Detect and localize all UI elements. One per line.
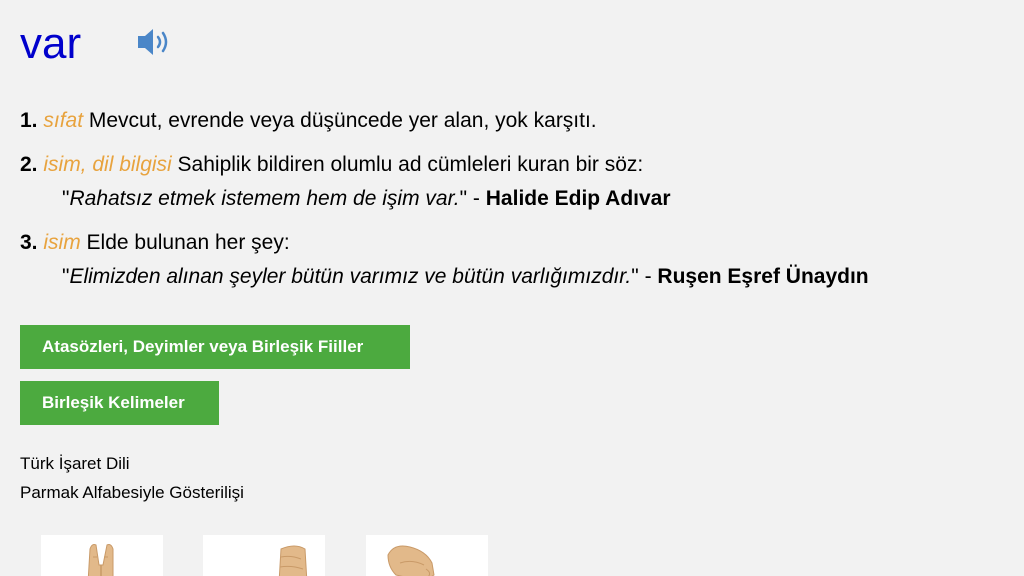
example-author: Halide Edip Adıvar xyxy=(485,187,671,210)
sense-definition: Elde bulunan her şey: xyxy=(80,231,290,254)
example-quote: Rahatsız etmek istemem hem de işim var. xyxy=(69,187,460,210)
sign-language-subtitle: Parmak Alfabesiyle Gösterilişi xyxy=(20,483,244,502)
sense-item-1: 1. sıfat Mevcut, evrende veya düşüncede … xyxy=(20,104,1010,138)
dictionary-page: var 1. sıfat Mevcut, evrende veya düşünc… xyxy=(0,0,1024,576)
sign-letter-r-image xyxy=(366,535,488,576)
sense-example: "Elimizden alınan şeyler bütün varımız v… xyxy=(20,260,1010,294)
sign-letter-a-image xyxy=(203,535,325,576)
headword-row: var xyxy=(20,18,81,70)
sense-number: 2. xyxy=(20,153,38,176)
part-of-speech: sıfat xyxy=(43,109,84,132)
sign-language-title: Türk İşaret Dili xyxy=(20,454,130,473)
speaker-icon[interactable] xyxy=(136,27,176,57)
sense-definition: Mevcut, evrende veya düşüncede yer alan,… xyxy=(83,109,597,132)
sign-letter-v-image xyxy=(41,535,163,576)
compound-words-button[interactable]: Birleşik Kelimeler xyxy=(20,381,219,425)
sense-example: "Rahatsız etmek istemem hem de işim var.… xyxy=(20,182,1010,216)
part-of-speech: isim xyxy=(43,231,81,254)
quote-mark-close: " - xyxy=(459,187,486,210)
sense-list: 1. sıfat Mevcut, evrende veya düşüncede … xyxy=(20,104,1010,304)
example-quote: Elimizden alınan şeyler bütün varımız ve… xyxy=(69,265,632,288)
quote-mark-close: " - xyxy=(631,265,658,288)
hand-v-icon xyxy=(87,544,114,576)
sense-number: 3. xyxy=(20,231,38,254)
sense-number: 1. xyxy=(20,109,38,132)
idioms-button[interactable]: Atasözleri, Deyimler veya Birleşik Fiill… xyxy=(20,325,410,369)
sense-definition: Sahiplik bildiren olumlu ad cümleleri ku… xyxy=(171,153,644,176)
example-author: Ruşen Eşref Ünaydın xyxy=(657,265,869,288)
sense-item-2: 2. isim, dil bilgisi Sahiplik bildiren o… xyxy=(20,148,1010,216)
part-of-speech: isim, dil bilgisi xyxy=(43,153,172,176)
sense-item-3: 3. isim Elde bulunan her şey: "Elimizden… xyxy=(20,226,1010,294)
hand-a-icon xyxy=(278,545,308,576)
headword: var xyxy=(20,19,82,68)
hand-r-icon xyxy=(387,545,435,576)
